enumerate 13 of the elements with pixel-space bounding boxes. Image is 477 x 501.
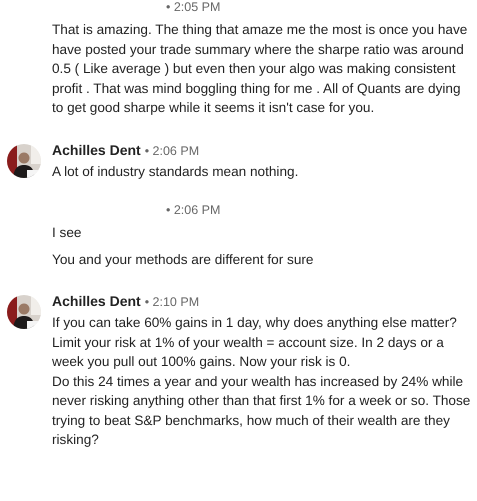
message-text: A lot of industry standards mean nothing. [52,162,300,181]
message-time: • 2:05 PM [166,0,220,14]
avatar [7,144,41,178]
sender-name[interactable]: Achilles Dent [52,293,141,309]
message-text: You and your methods are different for sure [52,250,314,269]
message-time: • 2:06 PM [144,144,200,158]
message-text: I see [52,224,82,242]
message-text: If you can take 60% gains in 1 day, why does anything else matter? Limit your risk at 1% of your wealth = account size. In 2 days or a week you pull out 100% gains. Now your risk is 0. Do this 24 times a year and your wealth has increased by 24% while never risking anything other than that first 1% for a week or so. Those trying to beat S&P benchmarks, how much of their wealth are they risking? [52,314,472,449]
message-time: • 2:10 PM [144,295,200,309]
sender-name[interactable]: Achilles Dent [52,142,141,158]
message-text: That is amazing. The thing that amaze me the most is once you have have posted your trade summary where the sharpe ratio was around 0.5 ( Like average ) but even then your algo was making consistent profit . That was mind boggling thing for me . All of Quants are dying to get good sharpe while it seems it isn't case for you. [52,21,468,117]
avatar [7,295,41,329]
message-time: • 2:06 PM [166,203,220,217]
